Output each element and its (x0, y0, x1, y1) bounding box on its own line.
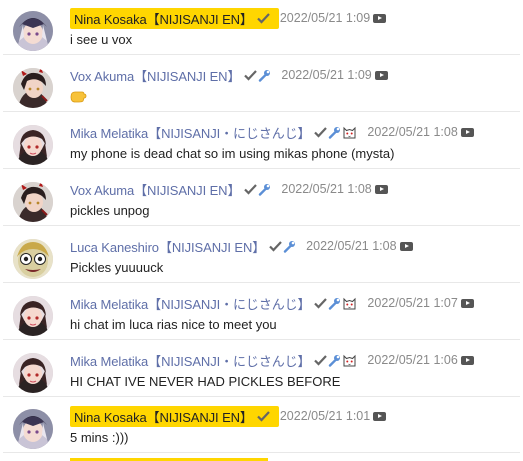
chat-message: Nina Kosaka【NIJISANJI EN】 2022/05/21 1:09… (3, 4, 520, 55)
message-header: Mika Melatika【NIJISANJI・にじさんじ】 2022/05/21… (70, 293, 474, 313)
message-timestamp: 2022/05/21 1:08 (306, 239, 397, 253)
youtube-icon[interactable] (460, 355, 474, 365)
message-header: Luca Kaneshiro【NIJISANJI EN】 2022/05/21 1… (70, 236, 413, 256)
message-timestamp: 2022/05/21 1:06 (367, 353, 458, 367)
chat-message: Mika Melatika【NIJISANJI・にじさんじ】 2022/05/21… (3, 289, 520, 340)
chat-message: Vox Akuma【NIJISANJI EN】 2022/05/21 1:09 (3, 61, 520, 112)
message-timestamp: 2022/05/21 1:09 (279, 11, 371, 25)
author-badges (257, 12, 271, 24)
verified-icon (269, 240, 282, 252)
member-cat-icon (342, 353, 357, 367)
message-header: Mika Melatika【NIJISANJI・にじさんじ】 2022/05/21… (70, 122, 474, 142)
verified-icon (257, 410, 270, 422)
message-timestamp: 2022/05/21 1:01 (279, 409, 371, 423)
author-name[interactable]: Mika Melatika【NIJISANJI・にじさんじ】 (70, 294, 311, 313)
message-header: Nina Kosaka【NIJISANJI EN】 2022/05/21 1:09 (70, 7, 387, 29)
moderator-wrench-icon (328, 354, 341, 367)
author-badges (314, 353, 358, 367)
youtube-icon[interactable] (373, 411, 387, 421)
author-badges (314, 125, 358, 139)
author-name[interactable]: Vox Akuma【NIJISANJI EN】 (70, 180, 240, 199)
author-badges (314, 296, 358, 310)
author-avatar[interactable] (13, 11, 53, 51)
youtube-icon[interactable] (374, 70, 388, 80)
message-timestamp: 2022/05/21 1:07 (367, 296, 458, 310)
message-text: Pickles yuuuuck (70, 260, 164, 275)
author-badges (257, 410, 271, 422)
author-name[interactable]: Luca Kaneshiro【NIJISANJI EN】 (70, 237, 265, 256)
message-text: pickles unpog (70, 203, 150, 218)
verified-icon (244, 183, 258, 195)
message-text: my phone is dead chat so im using mikas … (70, 146, 395, 161)
message-text: i see u vox (70, 32, 133, 47)
message-text: hi chat im luca rias nice to meet you (70, 317, 277, 332)
author-name[interactable]: Vox Akuma【NIJISANJI EN】 (70, 66, 240, 85)
author-name[interactable]: Mika Melatika【NIJISANJI・にじさんじ】 (70, 123, 311, 142)
chat-message: Nina Kosaka【NIJISANJI EN】 2022/05/21 1:01… (3, 402, 520, 453)
message-timestamp: 2022/05/21 1:08 (367, 125, 458, 139)
youtube-icon[interactable] (460, 298, 474, 308)
youtube-icon[interactable] (460, 127, 474, 137)
author-badges (244, 183, 272, 196)
member-cat-icon (342, 125, 357, 139)
author-badges (269, 240, 297, 253)
author-avatar[interactable] (13, 68, 53, 108)
moderator-wrench-icon (328, 126, 341, 139)
author-avatar[interactable] (13, 353, 53, 393)
chat-message: Luca Kaneshiro【NIJISANJI EN】 2022/05/21 1… (3, 232, 520, 283)
chat-message: Mika Melatika【NIJISANJI・にじさんじ】 2022/05/21… (3, 118, 520, 169)
hand-emoji-icon (70, 91, 87, 103)
moderator-wrench-icon (283, 240, 296, 253)
verified-icon (244, 69, 258, 81)
message-timestamp: 2022/05/21 1:09 (281, 68, 372, 82)
author-avatar[interactable] (13, 296, 53, 336)
message-text: 5 mins :))) (70, 430, 129, 445)
author-avatar[interactable] (13, 182, 53, 222)
author-badges (244, 69, 272, 82)
author-avatar[interactable] (13, 409, 53, 449)
verified-icon (314, 126, 328, 138)
chat-message: Mika Melatika【NIJISANJI・にじさんじ】 2022/05/21… (3, 346, 520, 397)
author-name[interactable]: Mika Melatika【NIJISANJI・にじさんじ】 (70, 351, 311, 370)
moderator-wrench-icon (258, 183, 271, 196)
message-header: Vox Akuma【NIJISANJI EN】 2022/05/21 1:08 (70, 179, 388, 199)
moderator-wrench-icon (328, 297, 341, 310)
verified-icon (257, 12, 270, 24)
moderator-wrench-icon (258, 69, 271, 82)
author-name[interactable]: Nina Kosaka【NIJISANJI EN】 (70, 405, 279, 427)
author-name[interactable]: Nina Kosaka【NIJISANJI EN】 (70, 7, 279, 29)
message-header: Vox Akuma【NIJISANJI EN】 2022/05/21 1:09 (70, 65, 388, 85)
author-avatar[interactable] (13, 239, 53, 279)
youtube-icon[interactable] (374, 184, 388, 194)
chat-message: Vox Akuma【NIJISANJI EN】 2022/05/21 1:08 pi… (3, 175, 520, 226)
author-avatar[interactable] (13, 125, 53, 165)
youtube-icon[interactable] (373, 13, 387, 23)
youtube-icon[interactable] (399, 241, 413, 251)
verified-icon (314, 354, 328, 366)
message-emoji (70, 89, 87, 106)
verified-icon (314, 297, 328, 309)
chat-log[interactable]: Nina Kosaka【NIJISANJI EN】 2022/05/21 1:09… (0, 0, 523, 461)
message-text: HI CHAT IVE NEVER HAD PICKLES BEFORE (70, 374, 341, 389)
message-header: Mika Melatika【NIJISANJI・にじさんじ】 2022/05/21… (70, 350, 474, 370)
message-timestamp: 2022/05/21 1:08 (281, 182, 372, 196)
member-cat-icon (342, 296, 357, 310)
message-header: Nina Kosaka【NIJISANJI EN】 2022/05/21 1:01 (70, 405, 387, 427)
